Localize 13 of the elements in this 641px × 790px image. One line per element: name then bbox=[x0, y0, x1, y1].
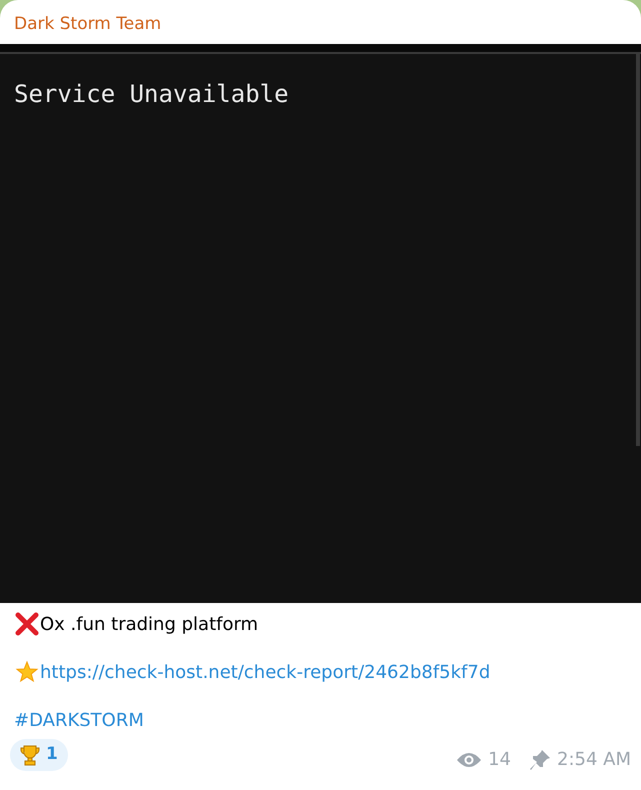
link[interactable]: #DARKSTORM bbox=[14, 706, 144, 734]
message-time: 2:54 AM bbox=[557, 748, 631, 772]
eye-icon bbox=[456, 750, 482, 768]
reaction-chip[interactable]: 1 bbox=[10, 739, 68, 771]
trophy-icon bbox=[20, 744, 40, 766]
link[interactable]: https://check-host.net/check-report/2462b8f5kf7d bbox=[40, 658, 490, 686]
sender-name[interactable]: Dark Storm Team bbox=[0, 0, 641, 44]
scrollbar[interactable] bbox=[636, 54, 640, 446]
error-text: Service Unavailable bbox=[14, 80, 289, 108]
cross-icon bbox=[14, 611, 40, 637]
star-icon bbox=[14, 659, 40, 685]
message-text: Ox .fun trading platform bbox=[40, 612, 258, 636]
view-count: 14 bbox=[488, 748, 511, 772]
